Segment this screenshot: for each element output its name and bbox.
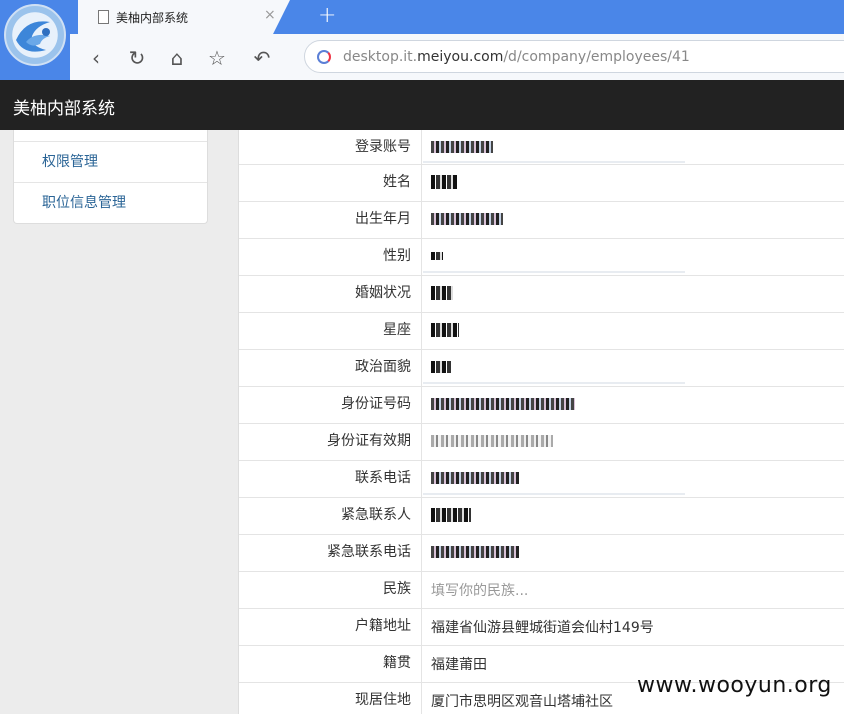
idcard-validity-field[interactable] (431, 432, 553, 448)
app-header: 美柚内部系统 (0, 80, 844, 130)
tab-close-icon[interactable]: × (264, 7, 276, 23)
employee-form: 登录账号 姓名 出生年月 性别 婚姻状况 星座 政治面貌 身份证号码 身份证有效… (238, 130, 844, 714)
address-bar[interactable]: desktop.it.meiyou.com/d/company/employee… (304, 40, 844, 73)
emergency-contact-field[interactable] (431, 506, 471, 522)
field-label: 婚姻状况 (239, 276, 422, 312)
form-row-household-address: 户籍地址 福建省仙游县鲤城街道会仙村149号 (239, 609, 844, 646)
form-row-phone: 联系电话 (239, 461, 844, 498)
political-field[interactable] (431, 358, 451, 374)
home-icon[interactable]: ⌂ (165, 46, 189, 70)
phone-field[interactable] (431, 469, 519, 485)
site-security-icon (317, 50, 331, 64)
field-label: 联系电话 (239, 461, 422, 497)
marital-field[interactable] (431, 284, 453, 300)
back-icon[interactable]: ‹ (84, 46, 108, 70)
login-field[interactable] (431, 138, 493, 154)
form-row-marital: 婚姻状况 (239, 276, 844, 313)
new-tab-button[interactable]: + (318, 3, 336, 28)
field-label: 紧急联系人 (239, 498, 422, 534)
refresh-icon[interactable]: ↻ (125, 46, 149, 70)
form-row-political: 政治面貌 (239, 350, 844, 387)
ethnicity-input[interactable]: 填写你的民族... (431, 580, 528, 600)
undo-icon[interactable]: ↶ (250, 46, 274, 70)
page-icon (98, 10, 109, 24)
sidebar: 权限管理 职位信息管理 (13, 130, 208, 224)
field-label: 户籍地址 (239, 609, 422, 645)
field-label: 政治面貌 (239, 350, 422, 386)
field-label: 星座 (239, 313, 422, 349)
form-row-zodiac: 星座 (239, 313, 844, 350)
gender-field[interactable] (431, 247, 443, 263)
field-label: 身份证号码 (239, 387, 422, 423)
household-address-field[interactable]: 福建省仙游县鲤城街道会仙村149号 (431, 617, 654, 637)
form-row-idcard: 身份证号码 (239, 387, 844, 424)
sidebar-item-permissions[interactable]: 权限管理 (14, 141, 207, 182)
browser-tab[interactable]: 美柚内部系统 × (78, 0, 290, 34)
birth-field[interactable] (431, 210, 503, 226)
browser-logo-icon[interactable] (4, 4, 66, 66)
form-row-gender: 性别 (239, 239, 844, 276)
tab-title: 美柚内部系统 (116, 11, 189, 25)
native-place-field[interactable]: 福建莆田 (431, 654, 487, 674)
sidebar-item-positions[interactable]: 职位信息管理 (14, 182, 207, 223)
name-field[interactable] (431, 173, 457, 189)
field-label: 登录账号 (239, 130, 422, 166)
watermark: www.wooyun.org (637, 673, 832, 698)
form-row-emergency-phone: 紧急联系电话 (239, 535, 844, 572)
field-label: 现居住地 (239, 683, 422, 714)
form-row-name: 姓名 (239, 165, 844, 202)
emergency-phone-field[interactable] (431, 543, 519, 559)
star-icon[interactable]: ☆ (205, 46, 229, 70)
form-row-birth: 出生年月 (239, 202, 844, 239)
current-address-field[interactable]: 厦门市思明区观音山塔埔社区 (431, 691, 613, 711)
field-label: 籍贯 (239, 646, 422, 682)
field-label: 姓名 (239, 165, 422, 201)
form-row-emergency-contact: 紧急联系人 (239, 498, 844, 535)
idcard-field[interactable] (431, 395, 575, 411)
app-brand[interactable]: 美柚内部系统 (13, 94, 115, 119)
field-label: 民族 (239, 572, 422, 608)
url-text[interactable]: desktop.it.meiyou.com/d/company/employee… (343, 49, 690, 65)
form-row-login: 登录账号 (239, 130, 844, 166)
field-label: 性别 (239, 239, 422, 275)
form-row-ethnicity: 民族 填写你的民族... (239, 572, 844, 609)
field-label: 出生年月 (239, 202, 422, 238)
zodiac-field[interactable] (431, 321, 459, 337)
field-label: 身份证有效期 (239, 424, 422, 460)
form-row-idcard-validity: 身份证有效期 (239, 424, 844, 461)
field-label: 紧急联系电话 (239, 535, 422, 571)
